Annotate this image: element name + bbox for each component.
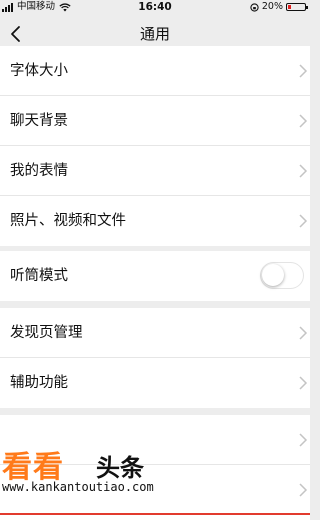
watermark-underline — [0, 513, 310, 515]
row-label: 辅助功能 — [10, 375, 68, 391]
row-label: 照片、视频和文件 — [10, 213, 126, 229]
chevron-right-icon — [299, 214, 308, 228]
row-label: 发现页管理 — [10, 325, 83, 341]
status-bar: 中国移动 16:40 20% — [0, 0, 310, 14]
chevron-right-icon — [299, 376, 308, 390]
settings-group-features: 发现页管理 辅助功能 — [0, 308, 310, 408]
settings-row-photos-videos-files[interactable]: 照片、视频和文件 — [0, 196, 310, 246]
settings-row-accessibility[interactable]: 辅助功能 — [0, 358, 310, 408]
watermark-url: www.kankantoutiao.com — [2, 480, 154, 494]
toggle-knob — [262, 264, 284, 286]
settings-row-my-stickers[interactable]: 我的表情 — [0, 146, 310, 196]
settings-row-chat-background[interactable]: 聊天背景 — [0, 96, 310, 146]
row-label: 聊天背景 — [10, 113, 68, 129]
earpiece-mode-toggle[interactable] — [260, 262, 304, 289]
watermark: 看看 头条 www.kankantoutiao.com — [0, 436, 310, 520]
orientation-lock-icon — [250, 2, 259, 12]
watermark-brand-sub: 头条 — [96, 454, 144, 482]
chevron-right-icon — [299, 114, 308, 128]
settings-group-display: 字体大小 聊天背景 我的表情 照片、视频和文件 — [0, 46, 310, 246]
settings-group-audio: 听筒模式 — [0, 251, 310, 301]
status-right: 20% — [250, 0, 308, 14]
row-label: 我的表情 — [10, 163, 68, 179]
chevron-right-icon — [299, 164, 308, 178]
row-label: 听筒模式 — [10, 268, 68, 284]
battery-icon — [286, 3, 308, 11]
chevron-right-icon — [299, 326, 308, 340]
chevron-right-icon — [299, 64, 308, 78]
settings-row-earpiece-mode: 听筒模式 — [0, 251, 310, 301]
settings-row-discover-management[interactable]: 发现页管理 — [0, 308, 310, 358]
battery-percent: 20% — [261, 1, 283, 12]
